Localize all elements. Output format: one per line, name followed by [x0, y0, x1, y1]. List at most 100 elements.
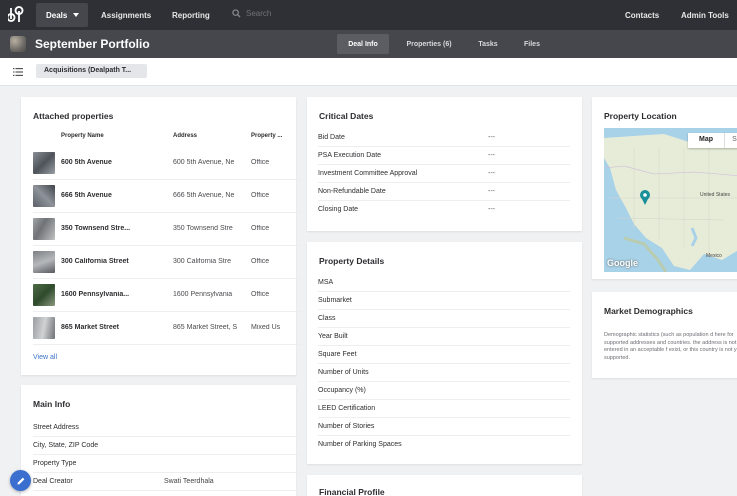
- map-view[interactable]: Map S United States Mexico Google: [604, 128, 737, 272]
- portfolio-avatar: [10, 36, 26, 52]
- column-header[interactable]: Address: [173, 133, 197, 139]
- search-box[interactable]: Search: [232, 9, 271, 18]
- admin-tools-link[interactable]: Admin Tools: [681, 0, 729, 30]
- critical-dates-card: Critical Dates Bid Date --- PSA Executio…: [307, 97, 582, 231]
- card-title: Critical Dates: [319, 111, 374, 121]
- table-row[interactable]: 300 California Street 300 California Str…: [33, 246, 317, 279]
- dealpath-logo-icon[interactable]: [8, 5, 28, 25]
- field-row: Bid Date ---: [318, 129, 570, 147]
- table-row[interactable]: 350 Townsend Stre... 350 Townsend Stre O…: [33, 213, 317, 246]
- table-row[interactable]: 1600 Pennsylvania... 1600 Pennsylvania O…: [33, 279, 317, 312]
- market-demographics-card: Market Demographics Demographic statisti…: [592, 292, 737, 378]
- card-title: Main Info: [33, 399, 71, 409]
- property-name[interactable]: 350 Townsend Stre...: [61, 225, 137, 232]
- edit-fab-button[interactable]: [10, 470, 31, 491]
- field-value[interactable]: ---: [488, 170, 495, 177]
- pencil-icon: [17, 477, 24, 484]
- field-row: Closing Date ---: [318, 201, 570, 219]
- table-row[interactable]: 865 Market Street 865 Market Street, S M…: [33, 312, 317, 345]
- demographics-text: Demographic statistics (such as populati…: [604, 332, 737, 361]
- property-thumbnail: [33, 317, 55, 339]
- map-button[interactable]: Map: [688, 133, 724, 148]
- tab-deal-info[interactable]: Deal Info: [337, 34, 389, 54]
- property-address: 865 Market Street, S: [173, 324, 238, 331]
- tab-properties[interactable]: Properties (6): [396, 34, 462, 54]
- card-title: Market Demographics: [604, 306, 693, 316]
- field-row: Street Address: [33, 419, 303, 437]
- column-header[interactable]: Property Name: [61, 133, 104, 139]
- satellite-button[interactable]: S: [724, 133, 737, 148]
- list-icon[interactable]: [13, 68, 23, 76]
- property-name[interactable]: 600 5th Avenue: [61, 159, 137, 166]
- field-value[interactable]: ---: [488, 134, 495, 141]
- property-type: Office: [251, 159, 270, 166]
- field-label: Number of Stories: [318, 423, 375, 430]
- deals-menu-button[interactable]: Deals: [36, 3, 88, 27]
- property-thumbnail: [33, 284, 55, 306]
- attached-properties-card: Attached properties Property Name Addres…: [21, 97, 317, 375]
- field-row[interactable]: Number of Units: [318, 364, 570, 382]
- column-header[interactable]: Property ...: [251, 133, 282, 139]
- field-label: MSA: [318, 279, 334, 286]
- field-row: Deal Creator Swati Teerdhala: [33, 473, 303, 491]
- deals-label: Deals: [46, 10, 68, 20]
- field-row[interactable]: LEED Certification: [318, 400, 570, 418]
- field-row[interactable]: Number of Stories: [318, 418, 570, 436]
- breadcrumb[interactable]: Acquisitions (Dealpath T...: [36, 64, 147, 78]
- map-type-toggle: Map S: [688, 133, 737, 148]
- field-row[interactable]: Class: [318, 310, 570, 328]
- reporting-link[interactable]: Reporting: [172, 0, 210, 30]
- google-logo: Google: [607, 258, 638, 268]
- field-row[interactable]: Occupancy (%): [318, 382, 570, 400]
- property-name[interactable]: 300 California Street: [61, 258, 137, 265]
- field-label: Submarket: [318, 297, 352, 304]
- field-label: LEED Certification: [318, 405, 376, 412]
- field-value[interactable]: Swati Teerdhala: [164, 478, 214, 485]
- card-title: Attached properties: [33, 111, 114, 121]
- map-graphic: [604, 134, 737, 272]
- field-value[interactable]: ---: [488, 206, 495, 213]
- field-label: Investment Committee Approval: [318, 170, 418, 177]
- contacts-link[interactable]: Contacts: [625, 0, 659, 30]
- tab-files[interactable]: Files: [515, 34, 549, 54]
- card-title: Property Details: [319, 256, 385, 266]
- field-row[interactable]: Submarket: [318, 292, 570, 310]
- field-label: Number of Parking Spaces: [318, 441, 402, 448]
- property-type: Office: [251, 291, 270, 298]
- field-value[interactable]: ---: [488, 152, 495, 159]
- property-address: 600 5th Avenue, Ne: [173, 159, 235, 166]
- property-thumbnail: [33, 218, 55, 240]
- field-label: City, State, ZIP Code: [33, 442, 99, 449]
- property-address: 300 California Stre: [173, 258, 231, 265]
- property-name[interactable]: 1600 Pennsylvania...: [61, 291, 137, 298]
- field-row[interactable]: Year Built: [318, 328, 570, 346]
- property-address: 1600 Pennsylvania: [173, 291, 233, 298]
- field-label: Year Built: [318, 333, 348, 340]
- field-label: PSA Execution Date: [318, 152, 382, 159]
- property-name[interactable]: 865 Market Street: [61, 324, 137, 331]
- assignments-link[interactable]: Assignments: [101, 0, 151, 30]
- property-name[interactable]: 666 5th Avenue: [61, 192, 137, 199]
- field-row[interactable]: Number of Parking Spaces: [318, 436, 570, 454]
- search-input[interactable]: Search: [246, 9, 271, 18]
- field-label: Non-Refundable Date: [318, 188, 386, 195]
- property-thumbnail: [33, 152, 55, 174]
- tab-tasks[interactable]: Tasks: [470, 34, 506, 54]
- view-all-link[interactable]: View all: [33, 354, 57, 361]
- field-value[interactable]: ---: [488, 188, 495, 195]
- field-row[interactable]: MSA: [318, 274, 570, 292]
- field-row[interactable]: Square Feet: [318, 346, 570, 364]
- field-label: Bid Date: [318, 134, 345, 141]
- field-row: Non-Refundable Date ---: [318, 183, 570, 201]
- table-row[interactable]: 600 5th Avenue 600 5th Avenue, Ne Office: [33, 147, 317, 180]
- property-type: Office: [251, 225, 270, 232]
- field-label: Occupancy (%): [318, 387, 366, 394]
- property-type: Office: [251, 192, 270, 199]
- table-row[interactable]: 666 5th Avenue 666 5th Avenue, Ne Office: [33, 180, 317, 213]
- property-thumbnail: [33, 251, 55, 273]
- field-label: Class: [318, 315, 336, 322]
- page-title: September Portfolio: [35, 37, 150, 51]
- field-label: Square Feet: [318, 351, 357, 358]
- breadcrumb-bar: Acquisitions (Dealpath T...: [0, 58, 737, 86]
- field-row: Investment Committee Approval ---: [318, 165, 570, 183]
